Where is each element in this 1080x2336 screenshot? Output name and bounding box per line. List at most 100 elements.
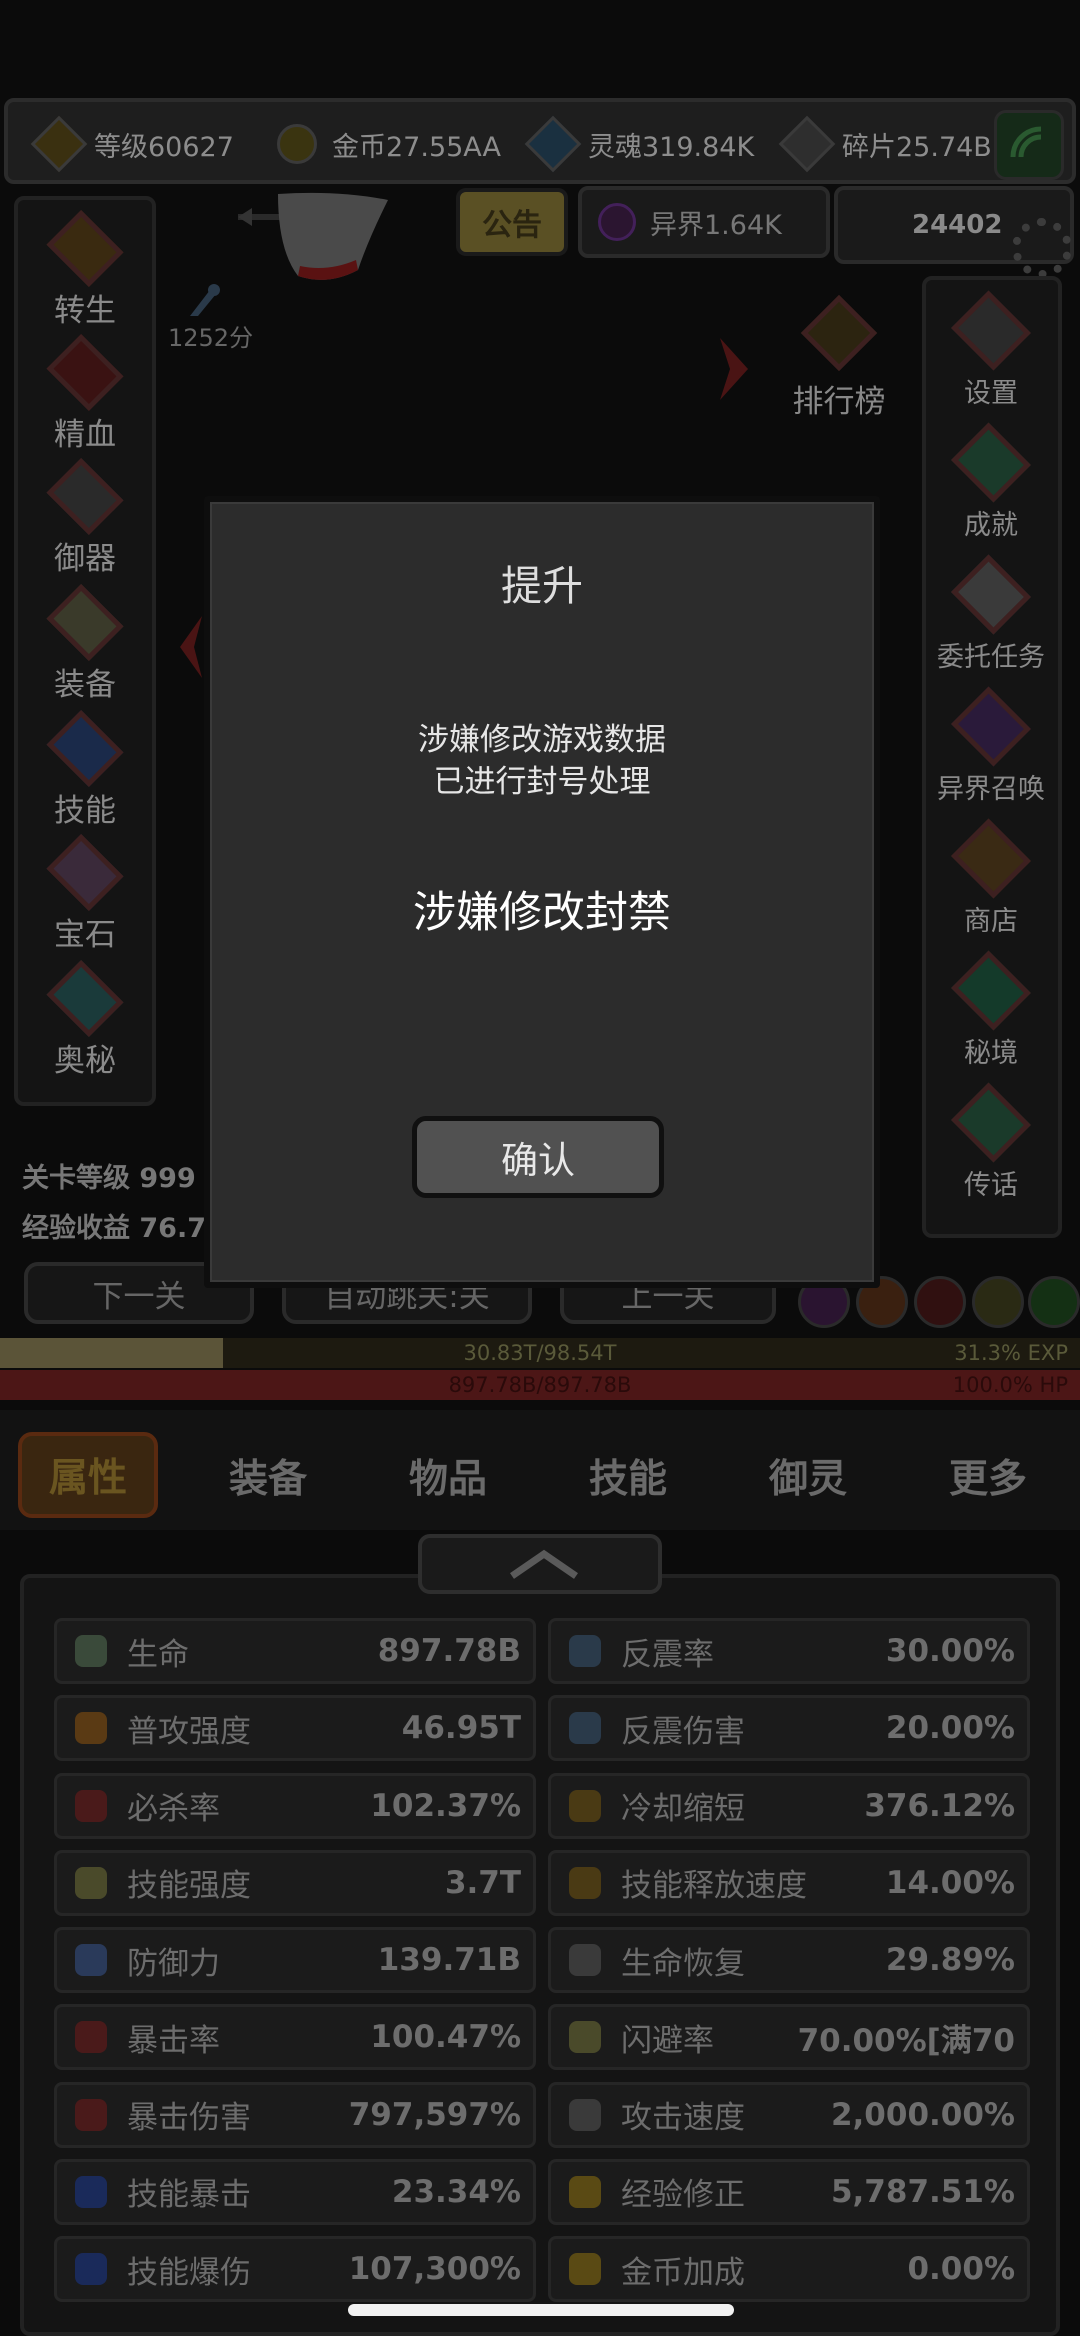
message-icon — [951, 1082, 1031, 1163]
stat-row: 技能强度 3.7T — [54, 1849, 536, 1916]
arrow-right-icon[interactable] — [716, 334, 756, 404]
message-label: 传话 — [964, 1170, 1018, 1201]
skill-icon — [46, 709, 124, 788]
quest-button[interactable]: 委托任务 — [926, 554, 1056, 674]
stat-icon — [563, 1784, 607, 1828]
stat-row: 反震率 30.00% — [548, 1618, 1030, 1684]
stat-name: 金币加成 — [621, 2254, 745, 2291]
stat-icon — [563, 2093, 607, 2137]
blood-button[interactable]: 精血 — [20, 333, 150, 454]
notice-button[interactable]: 公告 — [456, 188, 568, 256]
rebirth-label: 转生 — [54, 293, 116, 329]
stat-icon — [563, 2247, 607, 2291]
buff-green-icon[interactable] — [1028, 1276, 1080, 1328]
stage-level: 关卡等级 999 — [22, 1163, 196, 1194]
confirm-button[interactable]: 确认 — [412, 1116, 664, 1198]
signal-button[interactable] — [994, 110, 1064, 180]
tab-spirits[interactable]: 御灵 — [748, 1436, 868, 1516]
stat-row: 经验修正 5,787.51% — [548, 2158, 1030, 2225]
fragment-icon — [778, 115, 836, 173]
rebirth-button[interactable]: 转生 — [20, 209, 150, 330]
gear-icon[interactable] — [1012, 218, 1072, 278]
notice-label: 公告 — [482, 208, 542, 243]
arrow-left-icon[interactable] — [178, 612, 204, 682]
stat-name: 普攻强度 — [127, 1713, 251, 1750]
shop-label: 商店 — [964, 906, 1018, 937]
stat-name: 攻击速度 — [621, 2100, 745, 2137]
crown-icon — [30, 115, 88, 173]
dialog-message-line2: 已进行封号处理 — [433, 764, 651, 800]
quest-label: 委托任务 — [937, 642, 1045, 673]
gold-label: 金币27.55AA — [332, 131, 501, 163]
stat-icon — [563, 1629, 607, 1673]
mystery-label: 奥秘 — [54, 1043, 116, 1079]
settings-label: 设置 — [964, 378, 1018, 409]
exp-percent: 31.3% EXP — [954, 1341, 1068, 1365]
summon-button[interactable]: 异界召唤 — [926, 686, 1056, 806]
leaderboard-label: 排行榜 — [792, 384, 886, 420]
stat-icon — [69, 1861, 113, 1905]
fragment-label: 碎片25.74B — [842, 131, 992, 163]
tab-equipment[interactable]: 装备 — [208, 1436, 328, 1516]
tab-items[interactable]: 物品 — [388, 1436, 508, 1516]
stat-icon — [69, 2093, 113, 2137]
summon-label: 异界召唤 — [937, 774, 1045, 805]
buff-power-icon[interactable] — [914, 1276, 966, 1328]
stat-name: 技能爆伤 — [127, 2254, 251, 2291]
axe-ornament-icon — [238, 192, 388, 280]
gem-icon — [46, 833, 124, 912]
home-indicator[interactable] — [348, 2304, 734, 2316]
bottom-tabs: 属性 装备 物品 技能 御灵 更多 — [0, 1410, 1080, 1530]
level-resource: 等级60627 — [30, 115, 234, 173]
stat-value: 797,597% — [348, 2096, 521, 2133]
stat-name: 反震率 — [621, 1636, 714, 1673]
stat-name: 闪避率 — [621, 2022, 714, 2059]
stat-name: 冷却缩短 — [621, 1791, 745, 1827]
otherworld-counter[interactable]: 异界1.64K — [578, 186, 830, 258]
skill-label: 技能 — [54, 793, 116, 829]
artifact-button[interactable]: 御器 — [20, 457, 150, 578]
quest-icon — [951, 554, 1031, 635]
gold-resource: 金币27.55AA — [268, 115, 501, 173]
soul-label: 灵魂319.84K — [588, 131, 755, 163]
secret-realm-button[interactable]: 秘境 — [926, 950, 1056, 1070]
exp-bar: 30.83T/98.54T 31.3% EXP — [0, 1338, 1080, 1368]
stat-icon — [69, 1706, 113, 1750]
collapse-button[interactable] — [418, 1534, 662, 1594]
stat-row: 暴击伤害 797,597% — [54, 2081, 536, 2148]
stat-name: 暴击率 — [127, 2022, 220, 2059]
settings-button[interactable]: 设置 — [926, 290, 1056, 410]
leaderboard-button[interactable]: 排行榜 — [784, 292, 894, 422]
dialog-ban-text: 涉嫌修改封禁 — [413, 888, 671, 938]
buff-gold-icon[interactable] — [972, 1276, 1024, 1328]
soul-resource: 灵魂319.84K — [524, 115, 755, 173]
stat-row: 防御力 139.71B — [54, 1927, 536, 1994]
confirm-label: 确认 — [501, 1139, 575, 1182]
mystery-button[interactable]: 奥秘 — [20, 959, 150, 1080]
equipment-label: 装备 — [54, 667, 116, 703]
stat-row: 必杀率 102.37% — [54, 1772, 536, 1839]
stat-value: 5,787.51% — [830, 2173, 1015, 2210]
stat-value: 102.37% — [370, 1787, 521, 1824]
shop-button[interactable]: 商店 — [926, 818, 1056, 938]
equipment-button[interactable]: 装备 — [20, 583, 150, 704]
exp-text: 30.83T/98.54T — [463, 1341, 617, 1365]
tab-more[interactable]: 更多 — [928, 1436, 1048, 1516]
signal-icon — [1010, 126, 1042, 158]
skill-button[interactable]: 技能 — [20, 709, 150, 830]
stat-row: 技能暴击 23.34% — [54, 2158, 536, 2225]
gem-button[interactable]: 宝石 — [20, 833, 150, 954]
stat-name: 生命恢复 — [621, 1945, 745, 1982]
blood-icon — [46, 333, 124, 412]
tab-skills[interactable]: 技能 — [568, 1436, 688, 1516]
tab-attributes[interactable]: 属性 — [18, 1432, 158, 1518]
stat-value: 3.7T — [444, 1864, 521, 1901]
stat-name: 暴击伤害 — [127, 2100, 251, 2137]
chevron-up-icon — [510, 1549, 578, 1579]
achievement-button[interactable]: 成就 — [926, 422, 1056, 542]
hp-percent: 100.0% HP — [952, 1373, 1068, 1397]
dialog-message-line1: 涉嫌修改游戏数据 — [418, 722, 666, 758]
stat-icon — [69, 1629, 113, 1673]
fragment-resource: 碎片25.74B — [778, 115, 992, 173]
message-button[interactable]: 传话 — [926, 1082, 1056, 1202]
